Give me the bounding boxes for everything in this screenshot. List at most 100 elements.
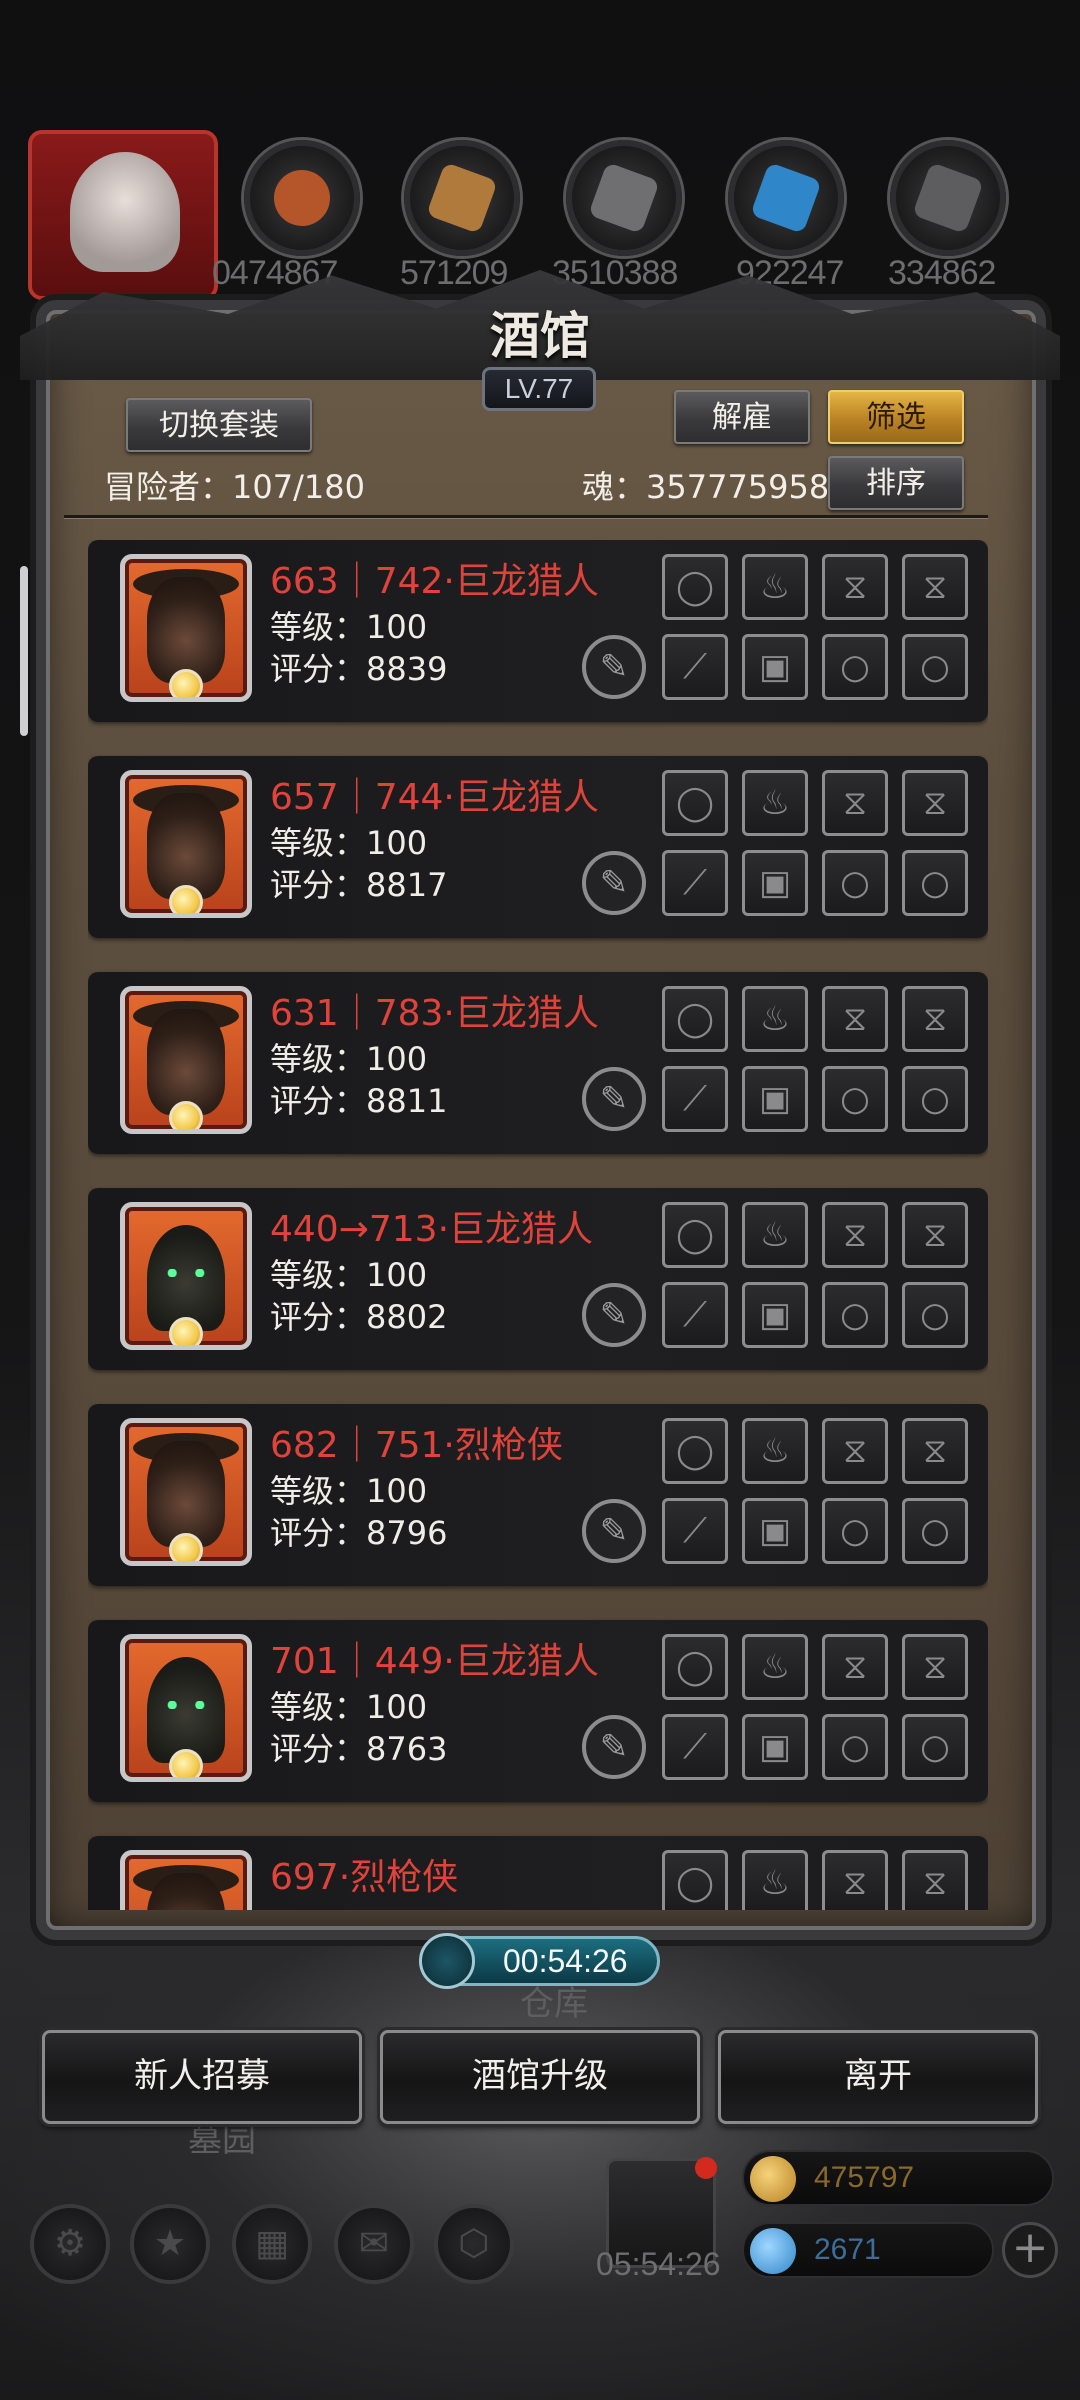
amulet-icon[interactable]: ◯ [662, 986, 728, 1052]
flame-icon[interactable]: ♨ [742, 1850, 808, 1910]
gem-counter: 2671 [742, 2222, 994, 2278]
ring-icon[interactable]: ○ [822, 1714, 888, 1780]
quill-icon[interactable]: ✎ [582, 635, 646, 699]
tavern-level-badge: LV.77 [482, 367, 596, 411]
scythe-icon[interactable]: ⟋ [662, 1066, 728, 1132]
hourglass-icon[interactable]: ⧖ [822, 770, 888, 836]
flame-icon[interactable]: ♨ [742, 986, 808, 1052]
sort-button[interactable]: 排序 [828, 456, 964, 510]
resource-wood[interactable] [404, 140, 520, 256]
amulet-icon[interactable]: ◯ [662, 1850, 728, 1910]
resource-crystal[interactable] [728, 140, 844, 256]
hourglass-icon[interactable]: ⧖ [902, 1634, 968, 1700]
armor-icon[interactable]: ▣ [742, 1282, 808, 1348]
flame-icon[interactable]: ♨ [742, 1418, 808, 1484]
adventurer-count: 冒险者：107/180 [104, 468, 365, 506]
ring-icon[interactable]: ○ [902, 1714, 968, 1780]
amulet-icon[interactable]: ◯ [662, 1418, 728, 1484]
scrollbar[interactable] [20, 566, 28, 736]
armor-icon[interactable]: ▣ [742, 850, 808, 916]
scythe-icon[interactable]: ⟋ [662, 634, 728, 700]
hero-card[interactable]: 657｜744·巨龙猎人 等级：100 评分：8817 ✎ ◯ ♨ ⧖ ⧖ ⟋ … [88, 756, 988, 938]
notification-dot [695, 2157, 717, 2179]
switch-outfit-button[interactable]: 切换套装 [126, 398, 312, 452]
cube-icon[interactable]: ⬡ [434, 2204, 514, 2284]
upgrade-tavern-button[interactable]: 酒馆升级 [380, 2030, 700, 2124]
leave-button[interactable]: 离开 [718, 2030, 1038, 2124]
flame-icon[interactable]: ♨ [742, 770, 808, 836]
hero-level: 等级：100 [270, 1472, 428, 1510]
hero-level: 等级：100 [270, 824, 428, 862]
hourglass-icon[interactable]: ⧖ [902, 1418, 968, 1484]
ring-icon[interactable]: ○ [902, 1066, 968, 1132]
flame-icon[interactable]: ♨ [742, 1634, 808, 1700]
flame-icon[interactable]: ♨ [742, 554, 808, 620]
hero-level: 等级：100 [270, 1040, 428, 1078]
quill-icon[interactable]: ✎ [582, 1283, 646, 1347]
amulet-icon[interactable]: ◯ [662, 1634, 728, 1700]
scythe-icon[interactable]: ⟋ [662, 1282, 728, 1348]
hourglass-icon[interactable]: ⧖ [822, 1202, 888, 1268]
armor-icon[interactable]: ▣ [742, 634, 808, 700]
quill-icon[interactable]: ✎ [582, 851, 646, 915]
hero-card[interactable]: 631｜783·巨龙猎人 等级：100 评分：8811 ✎ ◯ ♨ ⧖ ⧖ ⟋ … [88, 972, 988, 1154]
add-currency-button[interactable]: + [1002, 2222, 1058, 2278]
ring-icon[interactable]: ○ [822, 1066, 888, 1132]
hero-card[interactable]: 697·烈枪侠 ◯ ♨ ⧖ ⧖ [88, 1836, 988, 1910]
moon-icon [169, 1533, 203, 1561]
armor-icon[interactable]: ▣ [742, 1714, 808, 1780]
hourglass-icon[interactable]: ⧖ [902, 1850, 968, 1910]
hero-score: 评分：8763 [270, 1730, 448, 1768]
flame-icon[interactable]: ♨ [742, 1202, 808, 1268]
ring-icon[interactable]: ○ [822, 634, 888, 700]
quill-icon[interactable]: ✎ [582, 1715, 646, 1779]
ring-icon[interactable]: ○ [902, 1282, 968, 1348]
ring-icon[interactable]: ○ [822, 850, 888, 916]
dismiss-button[interactable]: 解雇 [674, 390, 810, 444]
ring-icon[interactable]: ○ [902, 850, 968, 916]
resource-meat[interactable] [244, 140, 360, 256]
filter-button[interactable]: 筛选 [828, 390, 964, 444]
ring-icon[interactable]: ○ [902, 634, 968, 700]
armor-icon[interactable]: ▣ [742, 1066, 808, 1132]
hero-list[interactable]: 663｜742·巨龙猎人 等级：100 评分：8839 ✎ ◯ ♨ ⧖ ⧖ ⟋ … [88, 540, 988, 1910]
hourglass-icon[interactable]: ⧖ [822, 986, 888, 1052]
resource-iron[interactable] [566, 140, 682, 256]
recruit-button[interactable]: 新人招募 [42, 2030, 362, 2124]
hourglass-icon[interactable]: ⧖ [822, 1634, 888, 1700]
quill-icon[interactable]: ✎ [582, 1499, 646, 1563]
hero-score: 评分：8811 [270, 1082, 448, 1120]
scythe-icon[interactable]: ⟋ [662, 1714, 728, 1780]
gear-icon[interactable]: ⚙ [30, 2204, 110, 2284]
player-portrait[interactable] [28, 130, 218, 300]
hero-card[interactable]: 440→713·巨龙猎人 等级：100 评分：8802 ✎ ◯ ♨ ⧖ ⧖ ⟋ … [88, 1188, 988, 1370]
hero-card[interactable]: 701｜449·巨龙猎人 等级：100 评分：8763 ✎ ◯ ♨ ⧖ ⧖ ⟋ … [88, 1620, 988, 1802]
moon-icon [169, 669, 203, 697]
hero-card[interactable]: 682｜751·烈枪侠 等级：100 评分：8796 ✎ ◯ ♨ ⧖ ⧖ ⟋ ▣… [88, 1404, 988, 1586]
ring-icon[interactable]: ○ [902, 1498, 968, 1564]
hourglass-icon[interactable]: ⧖ [822, 554, 888, 620]
hero-card[interactable]: 663｜742·巨龙猎人 等级：100 评分：8839 ✎ ◯ ♨ ⧖ ⧖ ⟋ … [88, 540, 988, 722]
scythe-icon[interactable]: ⟋ [662, 850, 728, 916]
mail-icon[interactable]: ✉ [334, 2204, 414, 2284]
ring-icon[interactable]: ○ [822, 1498, 888, 1564]
building-icon[interactable]: ▦ [232, 2204, 312, 2284]
hourglass-icon[interactable]: ⧖ [822, 1850, 888, 1910]
armor-icon[interactable]: ▣ [742, 1498, 808, 1564]
ring-icon[interactable]: ○ [822, 1282, 888, 1348]
hourglass-icon[interactable]: ⧖ [902, 770, 968, 836]
star-icon[interactable]: ★ [130, 2204, 210, 2284]
hourglass-icon[interactable]: ⧖ [902, 986, 968, 1052]
amulet-icon[interactable]: ◯ [662, 554, 728, 620]
gold-counter: 475797 [742, 2150, 1054, 2206]
hero-name: 663｜742·巨龙猎人 [270, 561, 599, 602]
hourglass-icon[interactable]: ⧖ [902, 1202, 968, 1268]
quill-icon[interactable]: ✎ [582, 1067, 646, 1131]
amulet-icon[interactable]: ◯ [662, 1202, 728, 1268]
scythe-icon[interactable]: ⟋ [662, 1498, 728, 1564]
resource-stone[interactable] [890, 140, 1006, 256]
hourglass-icon[interactable]: ⧖ [822, 1418, 888, 1484]
gem-value: 2671 [814, 2233, 881, 2266]
hourglass-icon[interactable]: ⧖ [902, 554, 968, 620]
amulet-icon[interactable]: ◯ [662, 770, 728, 836]
